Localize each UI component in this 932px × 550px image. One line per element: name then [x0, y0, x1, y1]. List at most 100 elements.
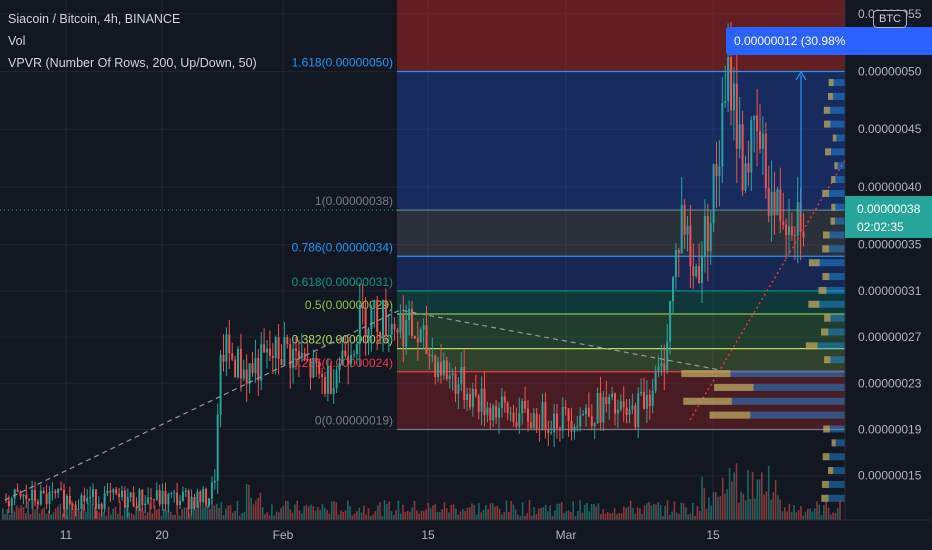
volume-bar — [627, 506, 630, 520]
candle-body — [669, 301, 672, 342]
volume-bar — [827, 507, 830, 520]
volume-bar — [457, 514, 459, 520]
volume-bar — [301, 513, 303, 520]
x-tick-label: Feb — [273, 528, 294, 542]
candle-body — [425, 325, 428, 355]
volume-bar — [570, 512, 572, 520]
candle-body — [324, 377, 326, 394]
candle-body — [100, 504, 103, 509]
time-scale — [0, 520, 932, 550]
candle-body — [422, 325, 425, 330]
volume-bar — [146, 512, 149, 520]
vpvr-bar-up — [828, 467, 834, 475]
volume-bar — [278, 512, 280, 520]
vpvr-bar-up — [808, 259, 820, 267]
candle-body — [483, 388, 486, 416]
candle-body — [457, 384, 460, 394]
volume-bar — [823, 505, 825, 520]
candle-body — [750, 119, 753, 173]
volume-bar — [321, 504, 324, 520]
volume-bar — [606, 511, 609, 520]
candle-body — [570, 420, 573, 432]
candle-body — [515, 422, 518, 427]
volume-bar — [374, 511, 377, 520]
candle-body — [28, 498, 31, 501]
candle-body — [532, 413, 535, 428]
volume-bar — [390, 511, 393, 520]
vpvr-bar-up — [808, 300, 820, 308]
vpvr-bar-up — [683, 397, 732, 405]
volume-bar — [533, 506, 535, 520]
candle-body — [605, 397, 608, 404]
volume-bar — [156, 509, 158, 520]
volume-bar — [779, 499, 781, 520]
volume-bar — [227, 505, 229, 520]
candle-body — [735, 83, 738, 149]
volume-bar — [241, 513, 243, 520]
candle-body — [541, 402, 544, 431]
volume-bar — [648, 502, 650, 520]
volume-bar — [797, 510, 800, 520]
volume-bar — [324, 507, 326, 520]
candle-body — [132, 492, 135, 507]
volume-bar — [701, 476, 703, 520]
candle-body — [289, 343, 292, 369]
fib-label: 0.618(0.00000031) — [292, 275, 393, 289]
volume-bar — [229, 505, 232, 520]
volume-bar — [282, 505, 285, 520]
fib-label: 1.618(0.00000050) — [292, 56, 393, 70]
candle-body — [170, 492, 173, 494]
volume-bar — [719, 496, 722, 520]
volume-bar — [128, 512, 131, 520]
volume-bar — [816, 501, 818, 520]
candle-body — [379, 332, 382, 339]
volume-bar — [544, 504, 547, 520]
volume-bar — [473, 504, 476, 520]
candle-body — [573, 427, 576, 432]
candle-body — [413, 335, 416, 339]
candle-body — [622, 401, 625, 408]
volume-bar — [29, 514, 32, 520]
candle-body — [434, 355, 437, 377]
volume-bar — [811, 511, 814, 520]
volume-bar — [485, 504, 487, 520]
candle-body — [608, 396, 611, 404]
volume-bar — [602, 508, 604, 520]
volume-bar — [703, 487, 706, 520]
candle-body — [141, 489, 144, 505]
candle-body — [10, 498, 13, 507]
volume-bar — [715, 492, 717, 520]
fib-zone-0618 — [397, 290, 845, 315]
volume-bar — [508, 512, 510, 520]
volume-bar — [830, 514, 832, 520]
currency-badge[interactable]: BTC — [873, 10, 907, 28]
volume-bar — [781, 511, 784, 520]
price-chart[interactable]: 1.618(0.00000050) 1(0.00000038) 0.786(0.00… — [0, 0, 932, 550]
candle-body — [518, 413, 521, 427]
volume-bar — [641, 514, 643, 520]
volume-bar — [50, 514, 52, 520]
candle-body — [248, 363, 251, 384]
volume-bar — [600, 514, 602, 520]
candle-body — [402, 314, 405, 347]
candle-body — [477, 395, 480, 412]
vpvr-bar-up — [824, 314, 831, 322]
volume-bar — [452, 504, 455, 520]
candle-body — [512, 412, 515, 423]
volume-bar — [388, 501, 390, 520]
candle-body — [65, 495, 68, 510]
candle-body — [419, 329, 422, 343]
candle-body — [451, 373, 454, 376]
volume-bar — [298, 510, 301, 520]
volume-bar — [165, 510, 167, 520]
candle-body — [45, 493, 48, 504]
candle-body — [257, 358, 260, 381]
volume-bar — [319, 509, 321, 520]
candle-body — [599, 392, 602, 423]
candle-body — [721, 102, 724, 167]
candle-body — [796, 202, 799, 236]
candle-body — [590, 416, 593, 427]
volume-bar — [744, 500, 747, 520]
candle-body — [86, 498, 89, 502]
candle-body — [619, 401, 622, 410]
